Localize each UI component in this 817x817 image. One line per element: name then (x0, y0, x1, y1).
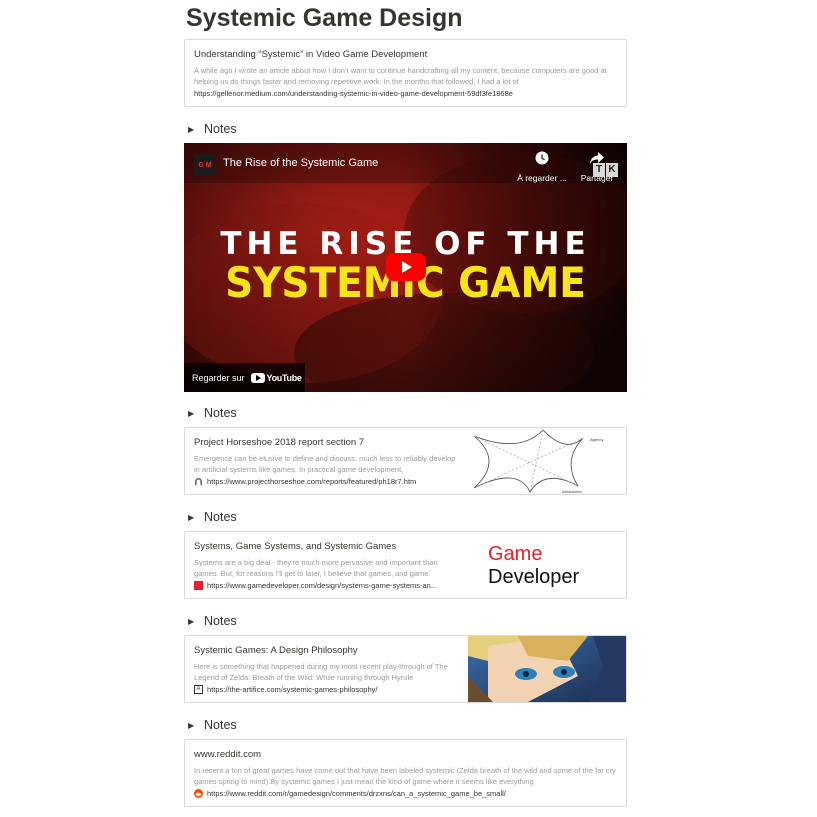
bookmark-url[interactable]: https://www.gamedeveloper.com/design/sys… (207, 581, 437, 590)
notes-label: Notes (204, 510, 237, 524)
toggle-arrow-icon[interactable]: ▶ (188, 721, 196, 730)
reddit-favicon-icon (194, 789, 203, 798)
bookmark-card-gamedeveloper[interactable]: Systems, Game Systems, and Systemic Game… (184, 531, 627, 599)
bookmark-card-reddit[interactable]: www.reddit.com In recent a ton of great … (184, 739, 627, 807)
toggle-arrow-icon[interactable]: ▶ (188, 513, 196, 522)
bookmark-url-row[interactable]: https://www.projecthorseshoe.com/reports… (194, 477, 416, 486)
toggle-arrow-icon[interactable]: ▶ (188, 409, 196, 418)
bookmark-title: Understanding “Systemic” in Video Game D… (194, 49, 428, 60)
bookmark-url-row[interactable]: https://www.reddit.com/r/gamedesign/comm… (194, 789, 506, 798)
bookmark-title: Project Horseshoe 2018 report section 7 (194, 437, 365, 448)
notes-label: Notes (204, 614, 237, 628)
play-icon (402, 261, 412, 273)
diagram-label: Abstraction (562, 489, 582, 494)
gamedeveloper-favicon-icon (194, 581, 203, 590)
clock-icon (535, 151, 549, 165)
bookmark-url-row[interactable]: https://www.gamedeveloper.com/design/sys… (194, 581, 437, 590)
bookmark-description: Systems are a big deal - they're much mo… (194, 558, 438, 578)
tk-watermark: T K (593, 163, 619, 177)
diagram-label: Agency (590, 437, 603, 442)
channel-logo[interactable]: G M (194, 154, 216, 176)
notes-label: Notes (204, 406, 237, 420)
notes-toggle[interactable]: ▶ Notes (188, 718, 237, 732)
notes-toggle[interactable]: ▶ Notes (188, 510, 237, 524)
page-title: Systemic Game Design (186, 4, 463, 32)
bookmark-card-artifice[interactable]: Systemic Games: A Design Philosophy Here… (184, 635, 627, 703)
youtube-embed[interactable]: G M The Rise of the Systemic Game À rega… (184, 143, 627, 392)
notes-toggle[interactable]: ▶ Notes (188, 122, 237, 136)
watch-later-button[interactable]: À regarder ... (514, 151, 570, 183)
bookmark-url-row[interactable]: https://gellenor.medium.com/understandin… (194, 89, 513, 98)
bookmark-title: www.reddit.com (194, 749, 262, 760)
bookmark-title: Systems, Game Systems, and Systemic Game… (194, 541, 397, 552)
bookmark-card-medium[interactable]: Understanding “Systemic” in Video Game D… (184, 39, 627, 107)
toggle-arrow-icon[interactable]: ▶ (188, 125, 196, 134)
bookmark-description: Here is something that happened during m… (194, 662, 448, 682)
toggle-arrow-icon[interactable]: ▶ (188, 617, 196, 626)
youtube-logo-icon: YouTube (250, 372, 302, 383)
bookmark-description: Emergence can be elusive to define and d… (194, 454, 456, 474)
horseshoe-favicon-icon (195, 478, 202, 486)
bookmark-url[interactable]: https://the-artifice.com/systemic-games-… (207, 685, 377, 694)
bookmark-card-horseshoe[interactable]: Project Horseshoe 2018 report section 7 … (184, 427, 627, 495)
notes-label: Notes (204, 122, 237, 136)
notes-label: Notes (204, 718, 237, 732)
zelda-link-image (468, 636, 626, 702)
video-title[interactable]: The Rise of the Systemic Game (223, 157, 378, 169)
bookmark-url-row[interactable]: A https://the-artifice.com/systemic-game… (194, 685, 377, 694)
game-developer-logo: Game Developer (468, 532, 626, 598)
bookmark-url[interactable]: https://www.projecthorseshoe.com/reports… (207, 477, 416, 486)
bookmark-title: Systemic Games: A Design Philosophy (194, 645, 358, 656)
bookmark-url[interactable]: https://gellenor.medium.com/understandin… (194, 89, 513, 98)
artifice-favicon-icon: A (194, 685, 203, 694)
emergence-diagram-image: Agency Abstraction (468, 428, 626, 494)
bookmark-url[interactable]: https://www.reddit.com/r/gamedesign/comm… (207, 789, 506, 798)
bookmark-description: In recent a ton of great games have come… (194, 766, 616, 786)
play-button[interactable] (386, 253, 426, 281)
bookmark-description: A while ago I wrote an article about how… (194, 66, 607, 86)
notes-toggle[interactable]: ▶ Notes (188, 614, 237, 628)
notes-toggle[interactable]: ▶ Notes (188, 406, 237, 420)
watch-on-youtube-button[interactable]: Regarder sur YouTube (184, 363, 305, 392)
